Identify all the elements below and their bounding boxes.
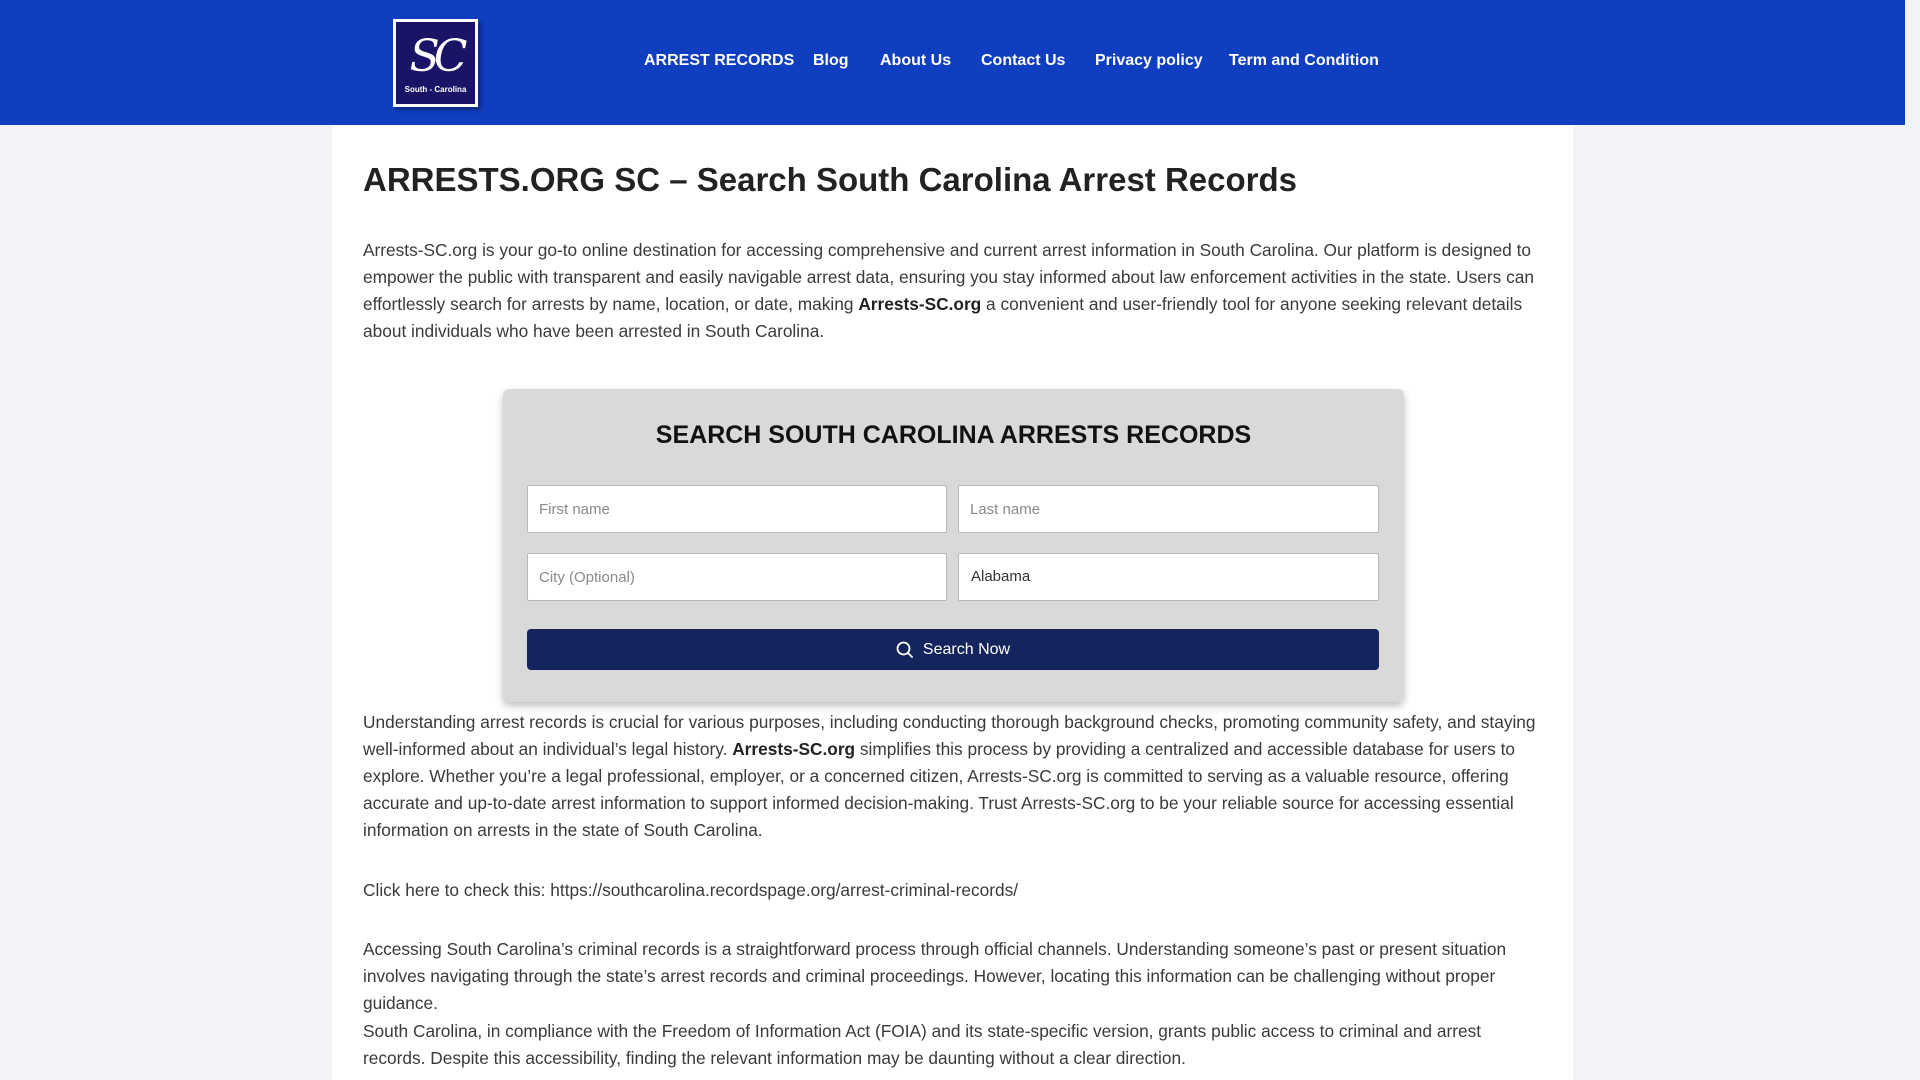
nav-item-term-and-condition[interactable]: Term and Condition	[1229, 52, 1379, 70]
nav-item-about-us[interactable]: About Us	[880, 52, 951, 70]
main-content: ARRESTS.ORG SC – Search South Carolina A…	[332, 125, 1573, 1080]
last-name-input[interactable]	[958, 485, 1379, 533]
search-form: SEARCH SOUTH CAROLINA ARRESTS RECORDS Al…	[503, 389, 1404, 702]
city-input[interactable]	[527, 553, 947, 601]
site-header: SC South - Carolina ARREST RECORDS Blog …	[0, 0, 1905, 125]
check-link-paragraph: Click here to check this: https://southc…	[363, 880, 1019, 900]
search-now-label: Search Now	[922, 640, 1011, 658]
nav-item-arrest-records[interactable]: ARREST RECORDS	[644, 52, 794, 70]
state-select-value: Alabama	[971, 568, 1031, 585]
understanding-paragraph: Understanding arrest records is crucial …	[363, 709, 1541, 844]
accessing-paragraph: Accessing South Carolina’s criminal reco…	[363, 939, 1507, 1013]
nav-item-blog[interactable]: Blog	[813, 52, 849, 70]
main-nav: ARREST RECORDS Blog About Us Contact Us …	[0, 52, 1905, 72]
intro-bold-site-name: Arrests-SC.org	[858, 294, 982, 314]
foia-paragraph: South Carolina, in compliance with the F…	[363, 1021, 1482, 1068]
nav-item-privacy-policy[interactable]: Privacy policy	[1095, 52, 1203, 70]
logo-text: South - Carolina	[404, 84, 467, 94]
understanding-bold-site-name: Arrests-SC.org	[732, 739, 856, 759]
search-form-title: SEARCH SOUTH CAROLINA ARRESTS RECORDS	[655, 421, 1252, 449]
search-icon	[896, 641, 913, 658]
state-select[interactable]: Alabama	[958, 553, 1379, 601]
intro-paragraph: Arrests-SC.org is your go-to online dest…	[363, 237, 1541, 345]
search-now-button[interactable]: Search Now	[527, 629, 1379, 670]
nav-item-contact-us[interactable]: Contact Us	[981, 52, 1065, 70]
first-name-input[interactable]	[527, 485, 947, 533]
page-title: ARRESTS.ORG SC – Search South Carolina A…	[363, 161, 1298, 198]
